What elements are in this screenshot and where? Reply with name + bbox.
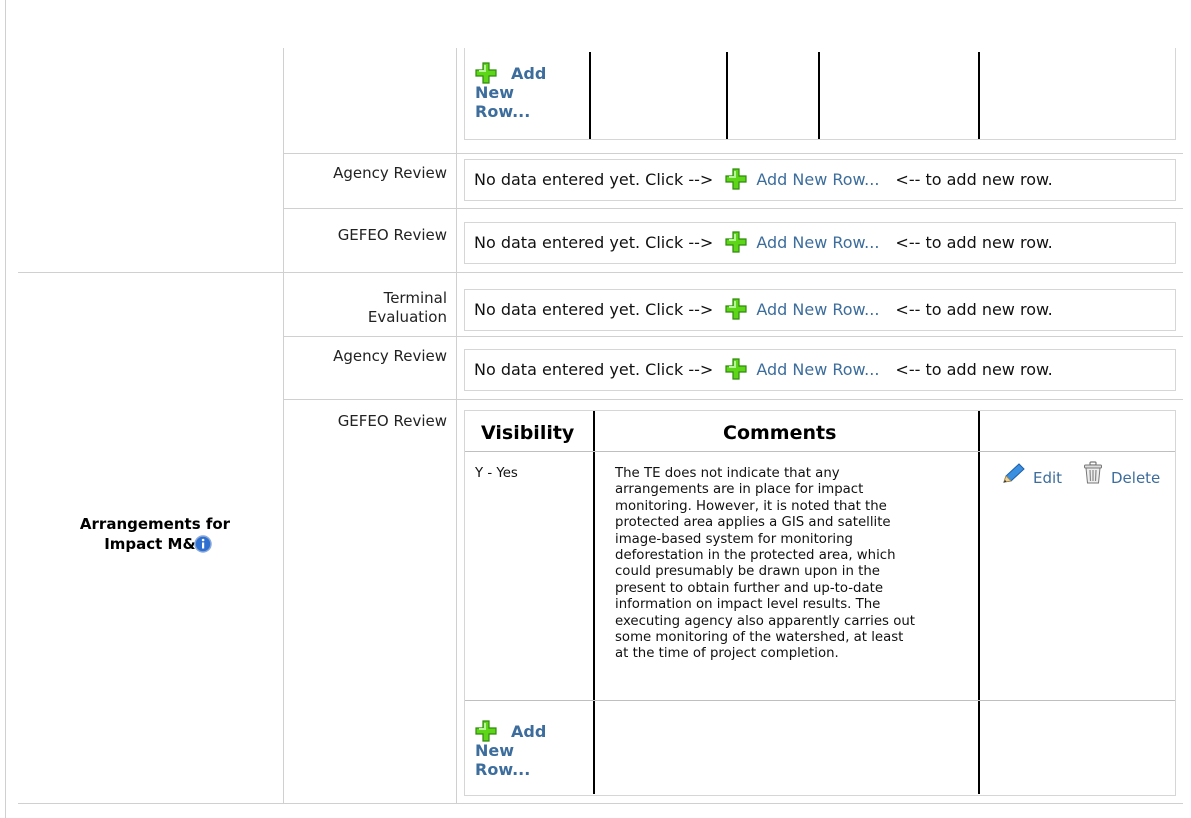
row-divider-3 <box>283 336 1183 337</box>
pencil-icon <box>1003 463 1025 483</box>
comment-line: could presumably be drawn upon in the <box>615 564 880 580</box>
comment-line: deforestation in the protected area, whi… <box>615 548 896 564</box>
add-new-row-line3: Row... <box>475 102 531 121</box>
comment-line: monitoring. However, it is noted that th… <box>615 498 887 514</box>
column-divider-2 <box>456 48 457 803</box>
comment-line: image-based system for monitoring <box>615 531 853 547</box>
trash-icon <box>1084 461 1102 484</box>
no-data-box: No data entered yet. Click --> Add New R… <box>464 289 1176 331</box>
no-data-text: No data entered yet. Click --> <box>474 360 714 379</box>
section-bottom <box>18 803 1183 804</box>
gefeo-review-label: GEFEO Review <box>337 412 447 430</box>
comment-line: present to obtain further and up-to-date <box>615 580 884 596</box>
review-table-header-line <box>465 451 1175 452</box>
top-table-col-line <box>818 52 820 139</box>
visibility-value: Y - Yes <box>475 466 518 481</box>
comment-line: protected area applies a GIS and satelli… <box>615 515 891 531</box>
section-divider <box>18 272 1183 273</box>
add-new-row-link[interactable]: Add New Row... <box>475 62 546 121</box>
comment-line: executing agency also apparently carries… <box>615 613 915 629</box>
section-title: Arrangements for Impact M&E <box>79 515 231 553</box>
no-data-suffix: <-- to add new row. <box>895 170 1053 189</box>
add-new-row-label: Add New Row... <box>756 360 880 379</box>
add-new-row-link[interactable]: Add New Row... <box>725 357 880 380</box>
review-table-row-line <box>465 700 1175 701</box>
plus-icon <box>725 297 747 320</box>
terminal-label-line1: Terminal <box>383 289 447 307</box>
no-data-box: No data entered yet. Click --> Add New R… <box>464 222 1176 264</box>
add-new-row-line2: New <box>475 83 515 102</box>
no-data-suffix: <-- to add new row. <box>895 360 1053 379</box>
row-divider-1 <box>283 153 1183 154</box>
add-new-row-label: Add New Row... <box>756 170 880 189</box>
add-new-row-line3: Row... <box>475 760 531 779</box>
gefeo-review-label: GEFEO Review <box>337 226 447 244</box>
delete-label: Delete <box>1111 469 1161 487</box>
terminal-evaluation-label: Terminal Evaluation <box>290 289 447 327</box>
comment-line: at the time of project completion. <box>615 646 839 662</box>
add-new-row-link[interactable]: Add New Row... <box>725 167 880 190</box>
top-table-col-line <box>978 52 980 139</box>
edit-label: Edit <box>1033 469 1063 487</box>
top-table-col-line <box>589 52 591 139</box>
plus-icon <box>725 167 747 190</box>
review-table-col-line <box>978 411 980 794</box>
top-table <box>464 48 1176 140</box>
no-data-suffix: <-- to add new row. <box>895 233 1053 252</box>
header-visibility: Visibility <box>481 422 575 444</box>
add-new-row-label: Add New Row... <box>756 300 880 319</box>
no-data-text: No data entered yet. Click --> <box>474 233 714 252</box>
row-divider-4 <box>283 399 1183 400</box>
agency-review-label: Agency Review <box>333 164 447 182</box>
add-new-row-label: Add New Row... <box>756 233 880 252</box>
top-table-col-line <box>726 52 728 139</box>
section-label: Arrangements for Impact M&E <box>40 514 270 554</box>
add-new-row-line2: New <box>475 741 515 760</box>
no-data-box: No data entered yet. Click --> Add New R… <box>464 349 1176 391</box>
no-data-text: No data entered yet. Click --> <box>474 300 714 319</box>
plus-icon <box>475 720 497 742</box>
comment-line: The TE does not indicate that any <box>615 466 840 481</box>
plus-icon <box>725 230 747 253</box>
comment-text: The TE does not indicate that any arrang… <box>615 466 977 663</box>
no-data-suffix: <-- to add new row. <box>895 300 1053 319</box>
info-icon[interactable] <box>194 535 212 553</box>
plus-icon <box>475 62 497 84</box>
terminal-label-line2: Evaluation <box>367 308 447 326</box>
plus-icon <box>725 357 747 380</box>
comment-line: some monitoring of the watershed, at lea… <box>615 630 904 646</box>
add-new-row-link[interactable]: Add New Row... <box>475 720 546 779</box>
no-data-box: No data entered yet. Click --> Add New R… <box>464 159 1176 201</box>
agency-review-label: Agency Review <box>333 347 447 365</box>
comment-line: arrangements are in place for impact <box>615 482 864 498</box>
left-border <box>5 0 6 818</box>
review-table-col-line <box>593 411 595 794</box>
comment-line: information on impact level results. The <box>615 597 881 613</box>
row-divider-2 <box>283 208 1183 209</box>
header-comments: Comments <box>723 422 837 444</box>
add-new-row-link[interactable]: Add New Row... <box>725 297 880 320</box>
add-new-row-link[interactable]: Add New Row... <box>725 230 880 253</box>
no-data-text: No data entered yet. Click --> <box>474 170 714 189</box>
column-divider-1 <box>283 48 284 803</box>
